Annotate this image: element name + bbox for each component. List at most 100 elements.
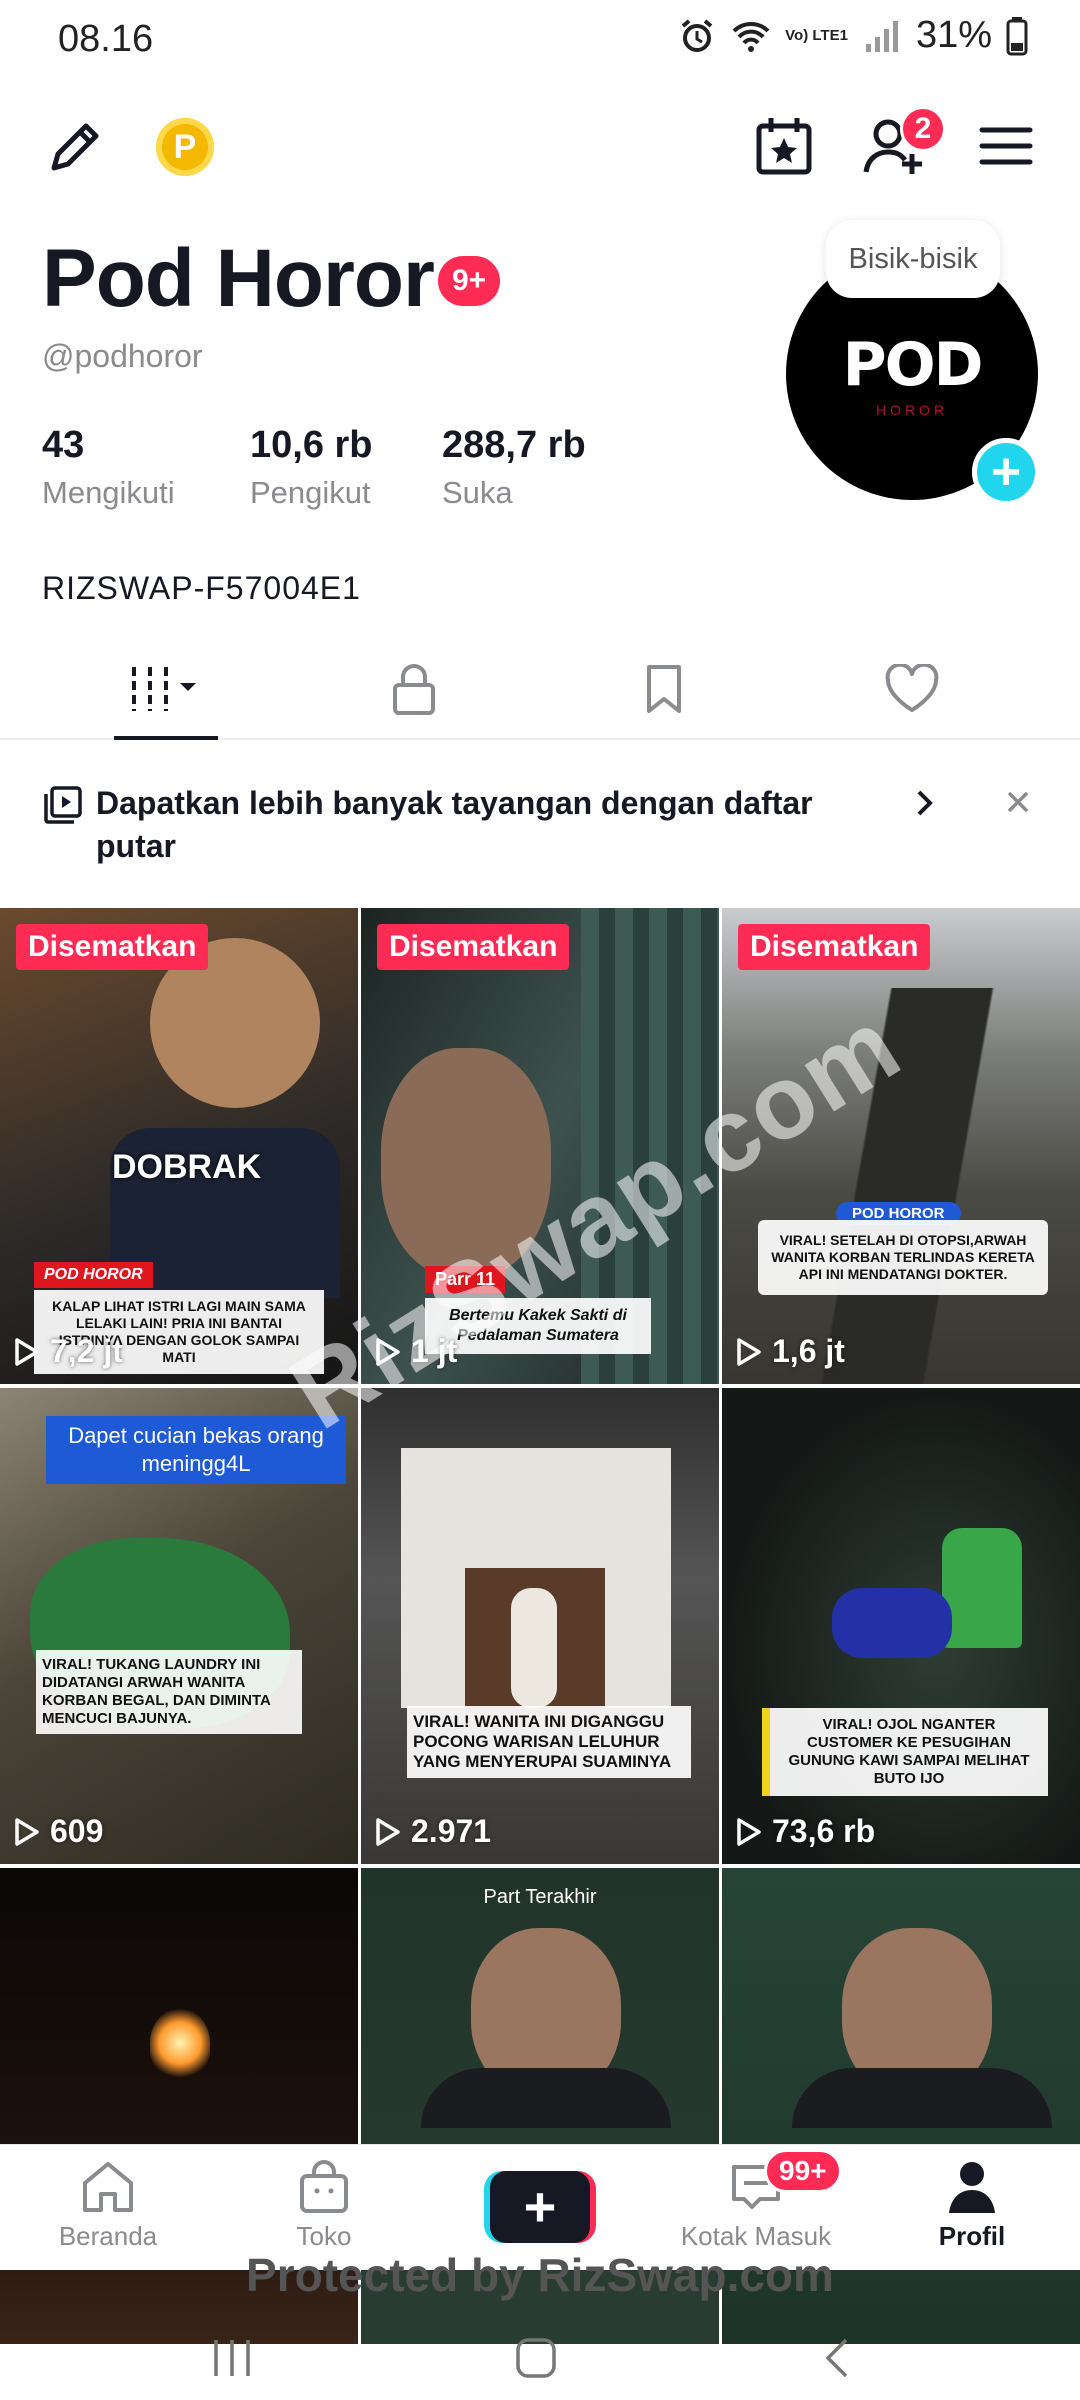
video-tile[interactable]: VIRAL! OJOL NGANTER CUSTOMER KE PESUGIHA… — [722, 1388, 1080, 1864]
stat-likes[interactable]: 288,7 rb Suka — [442, 424, 586, 511]
grid-divider — [719, 908, 722, 2144]
thumbnail-rails — [812, 988, 1002, 1384]
thumbnail-overlay-text: DOBRAK — [112, 1148, 262, 1186]
view-count: 2.971 — [375, 1813, 491, 1850]
edit-button[interactable] — [40, 114, 108, 182]
video-tile[interactable]: Disematkan POD HOROR VIRAL! SETELAH DI O… — [722, 908, 1080, 1384]
thumbnail-face — [381, 1048, 551, 1278]
heart-icon — [885, 664, 939, 712]
play-icon — [737, 1337, 761, 1366]
chevron-right-icon[interactable] — [912, 786, 938, 820]
top-bar: P 2 — [0, 100, 1080, 196]
playlist-banner-text: Dapatkan lebih banyak tayangan dengan da… — [96, 785, 813, 864]
bookmark-icon — [647, 665, 681, 713]
video-grid: Disematkan DOBRAK POD HOROR KALAP LIHAT … — [0, 908, 1080, 2344]
tab-private[interactable] — [354, 652, 474, 726]
stat-likes-value: 288,7 rb — [442, 424, 586, 466]
coin-icon: P — [156, 118, 214, 176]
play-icon — [15, 1817, 39, 1846]
video-tile[interactable]: Disematkan DOBRAK POD HOROR KALAP LIHAT … — [0, 908, 358, 1384]
create-button[interactable]: + — [484, 2171, 596, 2243]
coins-button[interactable]: P — [156, 118, 214, 176]
person-icon — [949, 2162, 995, 2213]
tab-liked[interactable] — [852, 652, 972, 726]
profile-bio: RIZSWAP-F57004E1 — [42, 570, 361, 606]
view-count-value: 73,6 rb — [772, 1813, 876, 1849]
video-tile[interactable]: VIRAL! WANITA INI DIGANGGU POCONG WARISA… — [361, 1388, 719, 1864]
network-label: Vo) LTE1 — [785, 26, 848, 44]
view-count-value: 609 — [50, 1813, 104, 1849]
system-navigation — [0, 2300, 1080, 2400]
pencil-icon — [51, 123, 99, 171]
view-count-value: 1,6 jt — [772, 1333, 845, 1369]
nav-inbox[interactable]: 99+ Kotak Masuk — [676, 2149, 842, 2252]
avatar-subtext: HOROR — [875, 402, 949, 418]
back-icon[interactable] — [820, 2336, 854, 2380]
signal-icon — [865, 20, 898, 52]
battery-percent: 31% — [915, 14, 992, 56]
alarm-icon — [681, 18, 713, 52]
view-count-value: 1 jt — [411, 1333, 458, 1369]
stat-following-label: Mengikuti — [42, 475, 175, 510]
view-count: 7,2 jt — [14, 1333, 123, 1370]
thumbnail-figure — [511, 1588, 557, 1708]
video-tile[interactable]: Disematkan Parr 11 Bertemu Kakek Sakti d… — [361, 908, 719, 1384]
inbox-badge: 99+ — [764, 2149, 842, 2193]
add-story-button[interactable]: + — [972, 438, 1040, 506]
play-icon — [376, 1337, 400, 1366]
thumbnail-headline: Part Terakhir — [483, 1886, 597, 1908]
recent-apps-icon[interactable] — [210, 2338, 254, 2378]
thumbnail-motorbike — [832, 1588, 952, 1658]
view-count: 1 jt — [375, 1333, 457, 1370]
thumbnail-tag: Parr 11 — [425, 1266, 506, 1293]
status-icons: Vo) LTE1 31% — [677, 14, 1028, 57]
tab-saved[interactable] — [604, 652, 724, 726]
profile-handle: @podhoror — [42, 338, 203, 374]
play-icon — [376, 1817, 400, 1846]
thumbnail-caption: VIRAL! OJOL NGANTER CUSTOMER KE PESUGIHA… — [762, 1708, 1048, 1796]
thumbnail-caption: Bertemu Kakek Sakti di Pedalaman Sumater… — [425, 1298, 651, 1354]
view-count: 609 — [14, 1813, 103, 1850]
video-tile[interactable]: Dapet cucian bekas orang meningg4L VIRAL… — [0, 1388, 358, 1864]
profile-tabs — [0, 640, 1080, 740]
menu-button[interactable] — [974, 114, 1038, 178]
stat-following-value: 43 — [42, 424, 85, 466]
grid-divider — [358, 908, 361, 2144]
nav-profile[interactable]: Profil — [892, 2159, 1052, 2252]
active-tab-indicator — [114, 736, 218, 740]
tab-videos[interactable] — [106, 652, 226, 726]
calendar-button[interactable] — [752, 112, 816, 180]
profile-notification-badge[interactable]: 9+ — [438, 256, 501, 306]
thumbnail-body — [792, 2068, 1052, 2128]
pinned-badge: Disematkan — [738, 924, 931, 970]
play-icon — [15, 1337, 39, 1366]
view-count: 1,6 jt — [736, 1333, 845, 1370]
nav-home[interactable]: Beranda — [28, 2159, 188, 2252]
home-button-icon[interactable] — [514, 2336, 558, 2380]
whisper-bubble[interactable]: Bisik-bisik — [826, 220, 1000, 298]
stat-followers[interactable]: 10,6 rb Pengikut — [250, 424, 373, 511]
close-icon[interactable] — [1004, 788, 1032, 816]
thumbnail-caption: VIRAL! WANITA INI DIGANGGU POCONG WARISA… — [407, 1706, 691, 1778]
playlist-banner[interactable]: Dapatkan lebih banyak tayangan dengan da… — [0, 742, 1080, 910]
thumbnail-body — [421, 2068, 671, 2128]
nav-shop[interactable]: Toko — [244, 2159, 404, 2252]
friends-badge: 2 — [900, 106, 946, 152]
add-friends-button[interactable]: 2 — [860, 106, 946, 180]
calendar-star-icon — [756, 118, 812, 175]
view-count-value: 2.971 — [411, 1813, 492, 1849]
thumbnail-caption: VIRAL! SETELAH DI OTOPSI,ARWAH WANITA KO… — [758, 1220, 1048, 1295]
stat-following[interactable]: 43 Mengikuti — [42, 424, 175, 511]
thumbnail-tag: POD HOROR — [34, 1262, 153, 1288]
stat-followers-value: 10,6 rb — [250, 424, 373, 466]
battery-icon — [1006, 16, 1028, 55]
view-count: 73,6 rb — [736, 1813, 875, 1850]
thumbnail-rider — [942, 1528, 1022, 1648]
protected-banner: Protected by RizSwap.com — [246, 2249, 834, 2301]
profile-name: Pod Horor — [42, 233, 435, 324]
play-icon — [737, 1817, 761, 1846]
plus-icon: + — [490, 2171, 590, 2243]
grid-divider — [0, 1864, 1080, 1868]
thumbnail-headline: Dapet cucian bekas orang meningg4L — [46, 1416, 346, 1484]
pinned-badge: Disematkan — [377, 924, 570, 970]
